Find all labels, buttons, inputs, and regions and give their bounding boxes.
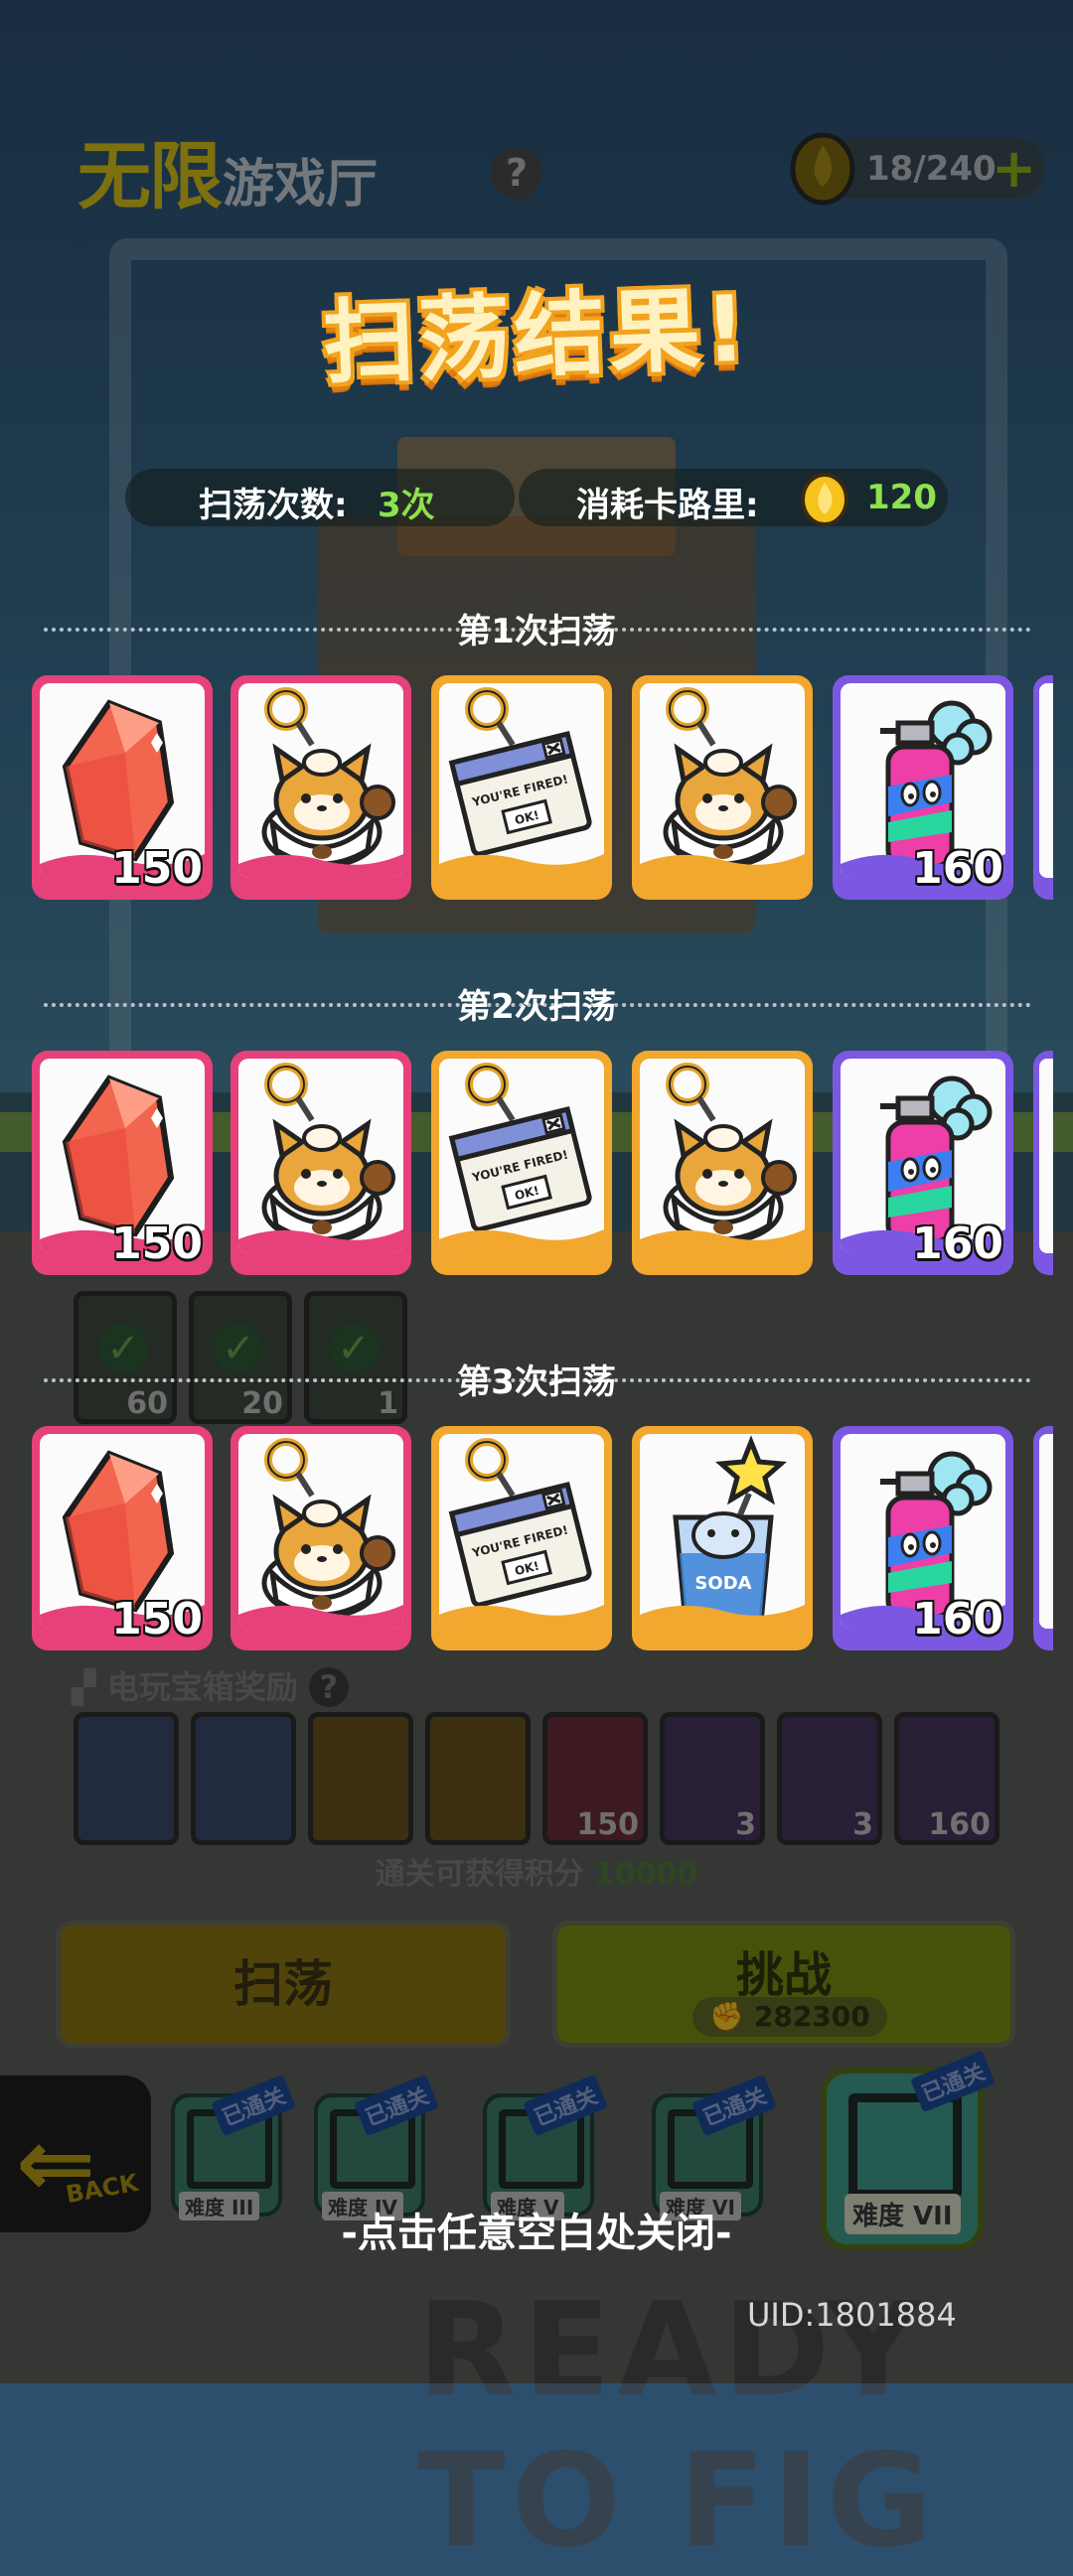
cost-label: 消耗卡路里: — [576, 486, 759, 525]
close-hint: -点击任意空白处关闭- — [341, 2211, 732, 2256]
reward-card-youre-fired-keychain[interactable]: YOU'RE FIRED! OK! — [431, 1426, 612, 1650]
reward-card-star-drink-keychain[interactable]: SODA — [632, 1426, 813, 1650]
user-id: UID:1801884 — [747, 2296, 957, 2334]
card-wave — [439, 1605, 604, 1629]
reward-card-inner — [238, 1059, 403, 1253]
reward-card-inner — [238, 683, 403, 878]
card-wave — [640, 1229, 805, 1253]
calorie-coin-icon — [801, 473, 848, 526]
card-wave — [439, 1229, 604, 1253]
reward-card-shiba-cup-keychain[interactable] — [230, 675, 411, 900]
reward-card-inner: YOU'RE FIRED! OK! — [439, 683, 604, 878]
reward-card-inner — [1039, 683, 1053, 878]
card-wave — [439, 854, 604, 878]
reward-quantity: 160 — [912, 843, 1003, 894]
reward-card-shiba-cup-keychain[interactable] — [632, 675, 813, 900]
reward-quantity: 150 — [111, 843, 203, 894]
reward-card-inner — [640, 1059, 805, 1253]
reward-card-spray-can[interactable]: 160 — [833, 1426, 1013, 1650]
card-wave — [238, 1229, 403, 1253]
reward-quantity: 150 — [111, 1218, 203, 1269]
card-wave — [640, 1605, 805, 1629]
reward-card-red-crystal[interactable]: 150 — [32, 675, 213, 900]
reward-card-spray-can[interactable]: 160 — [833, 675, 1013, 900]
reward-card-inner — [238, 1434, 403, 1629]
reward-card-inner — [1039, 1059, 1053, 1253]
round-label: 第2次扫荡 — [0, 979, 1073, 1028]
card-wave — [238, 1605, 403, 1629]
reward-card-clipped[interactable] — [1033, 1426, 1053, 1650]
reward-card-shiba-cup-keychain[interactable] — [230, 1426, 411, 1650]
reward-card-shiba-cup-keychain[interactable] — [632, 1051, 813, 1275]
reward-quantity: 150 — [111, 1594, 203, 1645]
cost-pill: 消耗卡路里: 120 — [519, 469, 948, 526]
card-wave — [640, 854, 805, 878]
reward-card-spray-can[interactable]: 160 — [833, 1051, 1013, 1275]
round-label: 第3次扫荡 — [0, 1355, 1073, 1403]
reward-card-shiba-cup-keychain[interactable] — [230, 1051, 411, 1275]
reward-card-clipped[interactable] — [1033, 675, 1053, 900]
reward-card-inner: YOU'RE FIRED! OK! — [439, 1059, 604, 1253]
round-label-text: 第2次扫荡 — [457, 987, 616, 1027]
svg-text:SODA: SODA — [694, 1573, 751, 1594]
reward-card-clipped[interactable] — [1033, 1051, 1053, 1275]
sweep-count-pill: 扫荡次数: 3次 — [125, 469, 515, 526]
reward-card-youre-fired-keychain[interactable]: YOU'RE FIRED! OK! — [431, 1051, 612, 1275]
reward-card-inner — [640, 683, 805, 878]
reward-card-youre-fired-keychain[interactable]: YOU'RE FIRED! OK! — [431, 675, 612, 900]
reward-card-inner: YOU'RE FIRED! OK! — [439, 1434, 604, 1629]
round-label: 第1次扫荡 — [0, 604, 1073, 652]
reward-card-inner — [1039, 1434, 1053, 1629]
sweep-count-value: 3次 — [378, 486, 435, 525]
reward-card-red-crystal[interactable]: 150 — [32, 1426, 213, 1650]
round-label-text: 第1次扫荡 — [457, 612, 616, 651]
reward-quantity: 160 — [912, 1218, 1003, 1269]
round-label-text: 第3次扫荡 — [457, 1362, 616, 1402]
reward-quantity: 160 — [912, 1594, 1003, 1645]
reward-card-inner: SODA — [640, 1434, 805, 1629]
card-wave — [238, 854, 403, 878]
reward-card-red-crystal[interactable]: 150 — [32, 1051, 213, 1275]
sweep-count-label: 扫荡次数: — [199, 486, 348, 525]
cost-value: 120 — [866, 478, 937, 517]
